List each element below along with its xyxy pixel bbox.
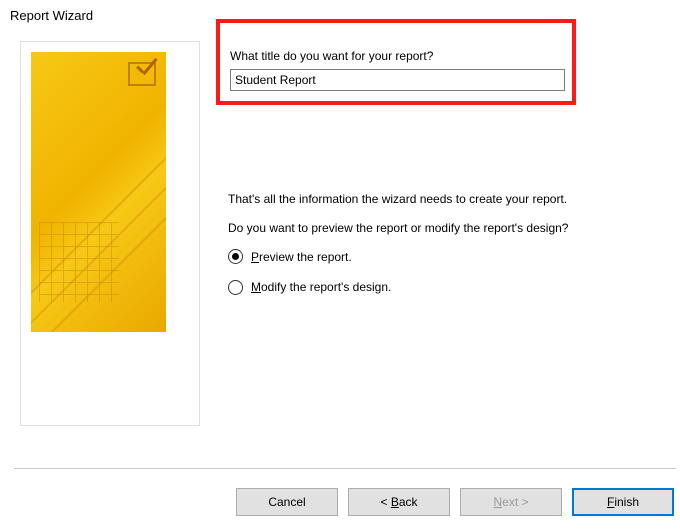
- cancel-button[interactable]: Cancel: [236, 488, 338, 516]
- wizard-content: What title do you want for your report? …: [0, 31, 680, 426]
- modify-design-label: Modify the report's design.: [251, 279, 391, 296]
- back-button[interactable]: < Back: [348, 488, 450, 516]
- info-line-1: That's all the information the wizard ne…: [228, 191, 618, 208]
- radio-icon: [228, 249, 243, 264]
- wizard-form-area: What title do you want for your report? …: [200, 41, 660, 426]
- preview-report-label: Preview the report.: [251, 249, 352, 266]
- modify-design-radio[interactable]: Modify the report's design.: [228, 279, 618, 296]
- wizard-preview-panel: [20, 41, 200, 426]
- info-line-2: Do you want to preview the report or mod…: [228, 220, 618, 237]
- wizard-banner-graphic: [31, 52, 166, 332]
- radio-icon: [228, 280, 243, 295]
- preview-report-radio[interactable]: Preview the report.: [228, 249, 618, 266]
- title-highlight-frame: What title do you want for your report?: [216, 19, 576, 105]
- view-option-group: Preview the report. Modify the report's …: [228, 249, 618, 297]
- wizard-info-text: That's all the information the wizard ne…: [228, 191, 618, 296]
- finish-button[interactable]: Finish: [572, 488, 674, 516]
- checkmark-icon: [128, 62, 156, 86]
- title-prompt-label: What title do you want for your report?: [230, 49, 562, 63]
- next-button: Next >: [460, 488, 562, 516]
- wizard-button-bar: Cancel < Back Next > Finish: [236, 488, 674, 516]
- separator: [14, 468, 676, 469]
- report-title-input[interactable]: [230, 69, 565, 91]
